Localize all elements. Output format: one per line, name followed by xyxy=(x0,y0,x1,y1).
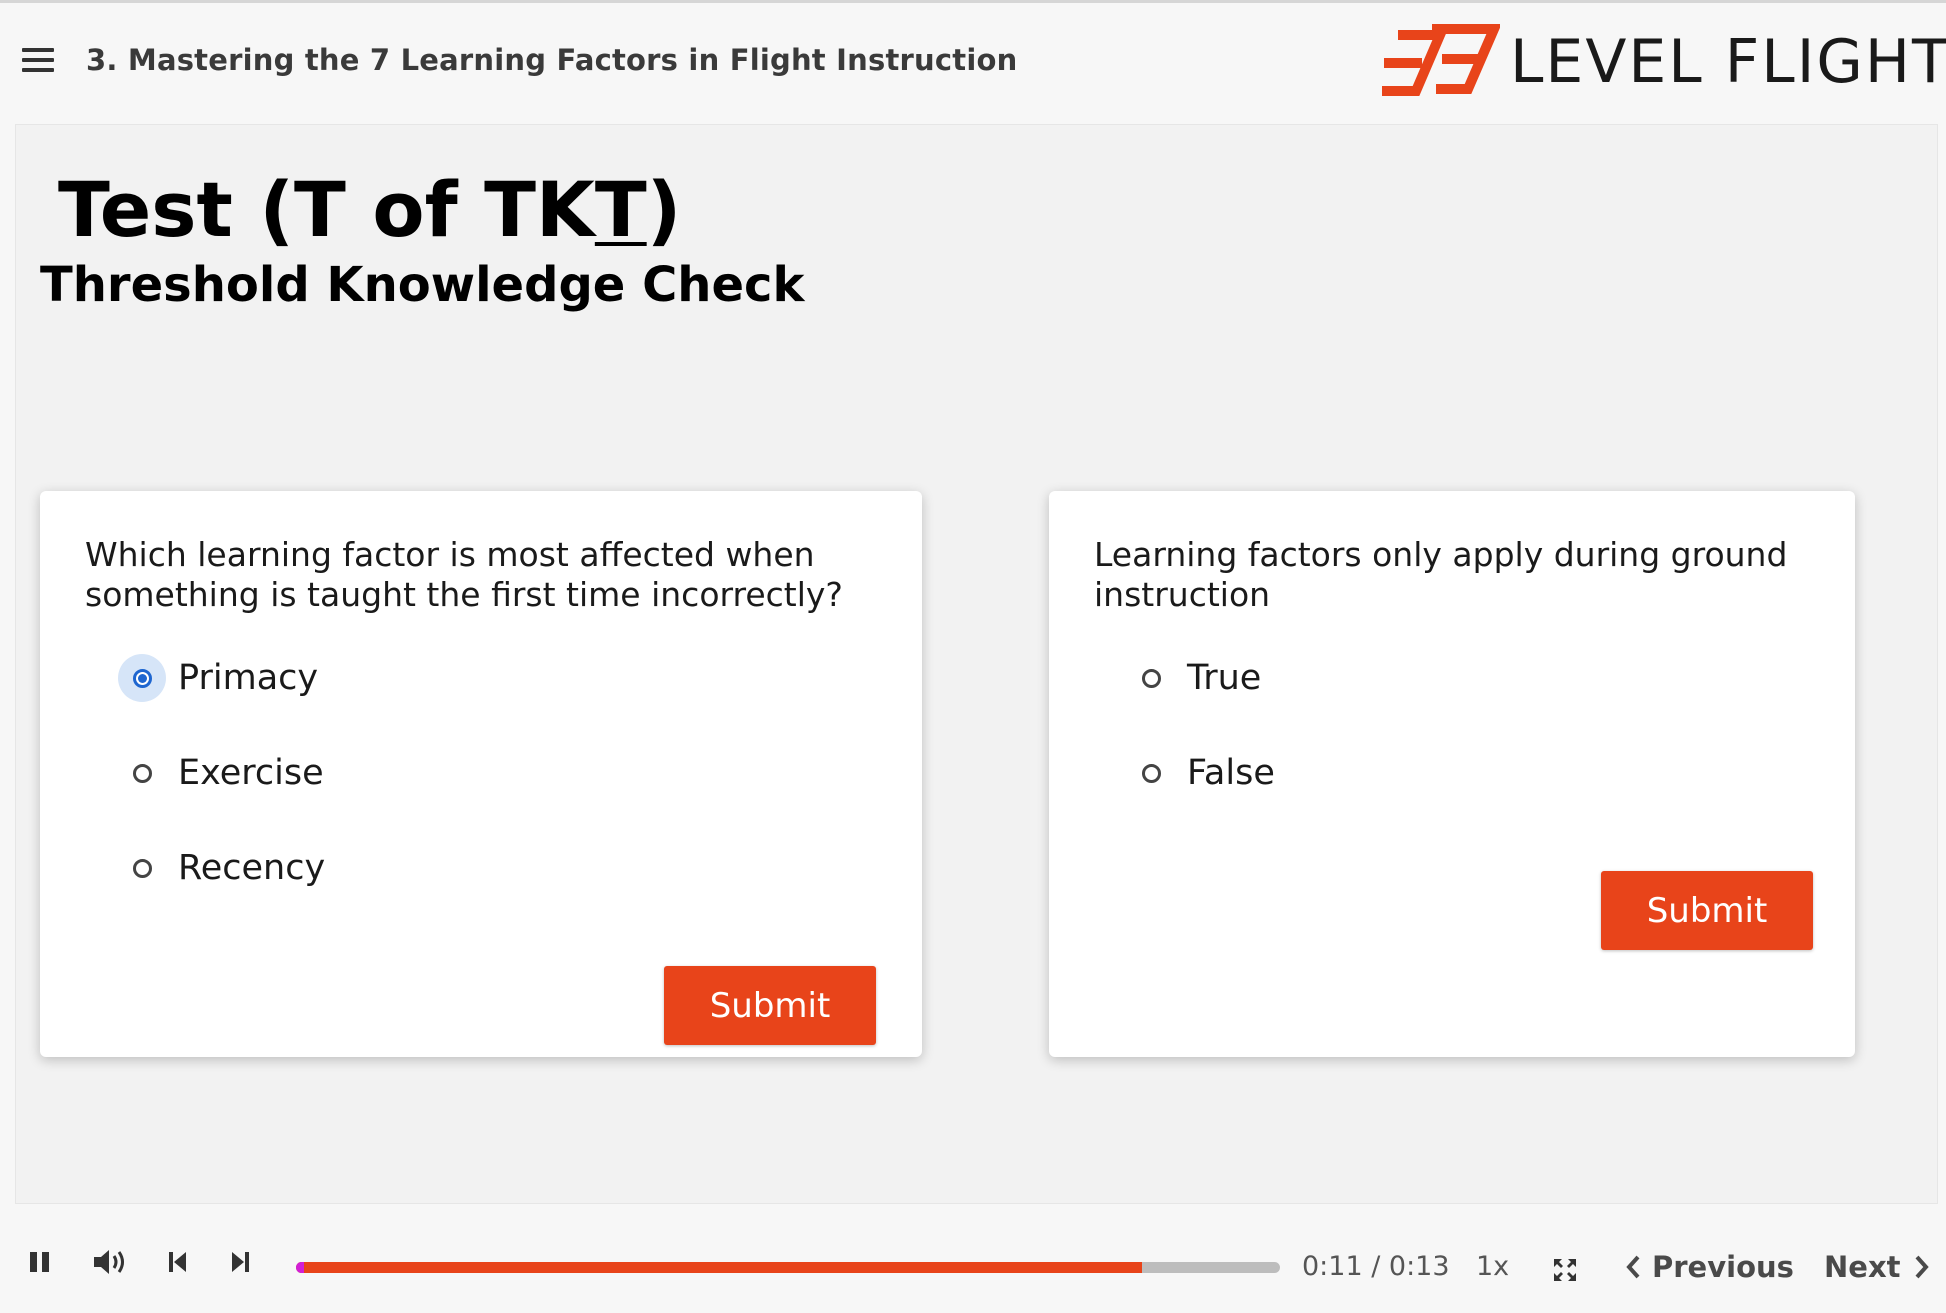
hamburger-menu-icon[interactable] xyxy=(22,48,54,74)
question-card-1: Which learning factor is most affected w… xyxy=(40,491,922,1057)
course-title: 3. Mastering the 7 Learning Factors in F… xyxy=(86,43,1018,77)
slide-title: Test (T of TKT) xyxy=(58,165,681,254)
submit-button-q1[interactable]: Submit xyxy=(664,966,876,1045)
option-exercise[interactable]: Exercise xyxy=(118,748,324,798)
slide-subtitle: Threshold Knowledge Check xyxy=(40,257,805,313)
level-flight-logo: LEVEL FLIGHT xyxy=(1378,21,1946,101)
radio-selected-icon[interactable] xyxy=(118,654,166,702)
question-text: Learning factors only apply during groun… xyxy=(1094,535,1788,614)
progress-start-marker xyxy=(296,1262,304,1273)
logo-text: LEVEL FLIGHT xyxy=(1510,27,1946,97)
option-label: Primacy xyxy=(178,658,319,698)
radio-icon[interactable] xyxy=(1127,749,1175,797)
slide-canvas: Test (T of TKT) Threshold Knowledge Chec… xyxy=(15,124,1938,1204)
option-false[interactable]: False xyxy=(1127,748,1275,798)
option-true[interactable]: True xyxy=(1127,653,1261,703)
radio-icon[interactable] xyxy=(1127,654,1175,702)
slide-title-suffix: ) xyxy=(646,165,682,254)
option-primacy[interactable]: Primacy xyxy=(118,653,318,703)
option-label: False xyxy=(1187,753,1275,793)
fullscreen-icon[interactable] xyxy=(1550,1250,1580,1290)
level-flight-logo-mark-icon xyxy=(1382,24,1500,96)
previous-label: Previous xyxy=(1652,1250,1794,1284)
chevron-left-icon xyxy=(1626,1255,1640,1279)
skip-back-icon[interactable] xyxy=(166,1242,190,1282)
option-label: Recency xyxy=(178,848,326,888)
option-recency[interactable]: Recency xyxy=(118,843,325,893)
volume-icon[interactable] xyxy=(92,1242,130,1282)
submit-button-q2[interactable]: Submit xyxy=(1601,871,1813,950)
option-label: True xyxy=(1187,658,1262,698)
time-display: 0:11 / 0:13 xyxy=(1302,1251,1450,1282)
radio-icon[interactable] xyxy=(118,749,166,797)
header: 3. Mastering the 7 Learning Factors in F… xyxy=(0,3,1946,121)
question-card-2: Learning factors only apply during groun… xyxy=(1049,491,1855,1057)
option-label: Exercise xyxy=(178,753,324,793)
next-label: Next xyxy=(1824,1250,1901,1284)
skip-forward-icon[interactable] xyxy=(228,1242,252,1282)
pause-icon[interactable] xyxy=(26,1242,54,1282)
question-text: Which learning factor is most affected w… xyxy=(85,535,843,614)
radio-icon[interactable] xyxy=(118,844,166,892)
slide-title-underlined: T xyxy=(594,165,647,254)
next-button[interactable]: Next xyxy=(1824,1250,1931,1284)
slide-title-prefix: Test (T of TK xyxy=(58,165,595,254)
playback-speed-button[interactable]: 1x xyxy=(1476,1251,1509,1282)
progress-fill xyxy=(296,1262,1143,1273)
progress-bar[interactable] xyxy=(296,1262,1280,1273)
previous-button[interactable]: Previous xyxy=(1624,1250,1794,1284)
chevron-right-icon xyxy=(1915,1255,1929,1279)
